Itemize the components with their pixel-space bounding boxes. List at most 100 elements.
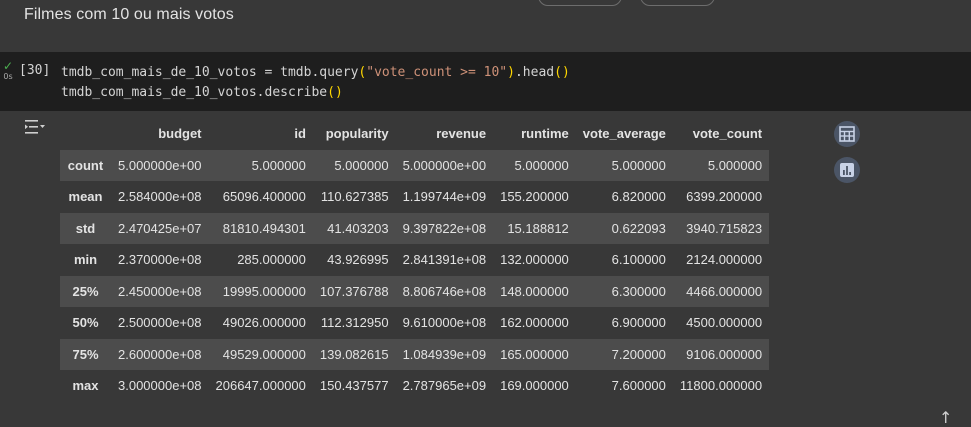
toolbar-chip-2[interactable] xyxy=(640,0,715,6)
code-token: tmdb_com_mais_de_10_votos = tmdb.query xyxy=(61,65,359,80)
output-toggle-icon[interactable] xyxy=(24,118,46,136)
table-cell: 6.100000 xyxy=(611,252,666,268)
table-cell: 5.000000 xyxy=(334,157,389,173)
table-cell: 5.000000 xyxy=(611,157,666,173)
check-icon: ✓ xyxy=(2,59,14,73)
table-cell: 139.082615 xyxy=(319,346,389,362)
code-token: .head xyxy=(514,65,555,80)
run-time: 0s xyxy=(3,72,13,81)
toolbar-chip-1[interactable] xyxy=(538,0,622,6)
code-line: tmdb_com_mais_de_10_votos.describe() xyxy=(61,85,343,100)
table-cell: 162.000000 xyxy=(500,315,569,331)
table-cell: 11800.000000 xyxy=(679,378,763,394)
table-icon xyxy=(839,126,855,142)
table-view-button[interactable] xyxy=(834,121,860,147)
code-paren: ) xyxy=(561,65,570,80)
table-cell: 2.841391e+08 xyxy=(402,252,487,268)
table-cell: 5.000000 xyxy=(251,157,306,173)
chart-suggest-button[interactable] xyxy=(834,157,860,183)
code-paren: ( xyxy=(554,65,562,80)
row-label: mean xyxy=(68,189,103,205)
table-cell: 7.600000 xyxy=(611,378,666,394)
code-paren: ) xyxy=(507,65,515,80)
code-string: "vote_count >= 10" xyxy=(366,65,508,80)
column-header: runtime xyxy=(521,126,569,142)
column-header: popularity xyxy=(325,126,389,142)
table-row: 25% 2.450000e+08 19995.000000 107.376788 8.8… xyxy=(60,275,770,307)
table-cell: 5.000000 xyxy=(514,157,569,173)
table-cell: 1.084939e+09 xyxy=(402,346,487,362)
column-header: vote_count xyxy=(692,126,763,142)
table-cell: 1.199744e+09 xyxy=(402,189,487,205)
table-cell: 2.787965e+09 xyxy=(402,378,487,394)
table-cell: 107.376788 xyxy=(319,283,389,299)
table-row: count 5.000000e+00 5.000000 5.000000 5.00000… xyxy=(60,149,770,181)
table-cell: 43.926995 xyxy=(327,252,389,268)
row-label: min xyxy=(73,252,98,268)
table-cell: 15.188812 xyxy=(507,220,569,236)
table-cell: 165.000000 xyxy=(500,346,569,362)
table-cell: 6399.200000 xyxy=(686,189,763,205)
code-paren: ( xyxy=(327,84,335,100)
code-editor[interactable]: tmdb_com_mais_de_10_votos = tmdb.query ( "… xyxy=(61,63,570,102)
table-cell: 148.000000 xyxy=(500,283,569,299)
markdown-title: Filmes com 10 ou mais votos xyxy=(24,6,234,23)
table-row: max 3.000000e+08 206647.000000 150.437577 2.… xyxy=(60,370,769,402)
code-line: tmdb_com_mais_de_10_votos = tmdb.query ( "… xyxy=(61,65,570,80)
table-cell: 5.000000e+00 xyxy=(118,157,202,173)
table-cell: 5.000000 xyxy=(707,157,763,173)
column-header: id xyxy=(294,126,306,142)
table-cell: 49529.000000 xyxy=(222,346,306,362)
table-cell: 5.000000e+00 xyxy=(402,157,487,173)
column-header: vote_average xyxy=(582,126,666,142)
table-cell: 6.300000 xyxy=(611,283,666,299)
row-label: 75% xyxy=(72,346,99,362)
row-label: 50% xyxy=(72,315,99,331)
table-cell: 132.000000 xyxy=(500,252,569,268)
table-cell: 9.397822e+08 xyxy=(402,220,487,236)
table-row: mean 2.584000e+08 65096.400000 110.627385 1.… xyxy=(60,181,769,213)
code-token: tmdb_com_mais_de_10_votos.describe xyxy=(61,84,328,100)
table-cell: 112.312950 xyxy=(320,315,389,331)
table-cell: 2124.000000 xyxy=(686,252,763,268)
table-cell: 81810.494301 xyxy=(222,220,306,236)
run-status[interactable]: ✓ 0s xyxy=(0,60,16,81)
table-cell: 2.370000e+08 xyxy=(118,252,202,268)
row-label: 25% xyxy=(72,283,99,299)
table-cell: 2.500000e+08 xyxy=(118,315,202,331)
column-header: revenue xyxy=(436,126,487,142)
table-cell: 9106.000000 xyxy=(686,346,763,362)
table-row: 75% 2.600000e+08 49529.000000 139.082615 1.0… xyxy=(60,338,770,370)
table-cell: 155.200000 xyxy=(500,189,569,205)
table-cell: 19995.000000 xyxy=(222,283,306,299)
describe-table: budget id popularity revenue runtime vote_ave… xyxy=(60,118,770,402)
table-cell: 2.600000e+08 xyxy=(118,346,202,362)
table-cell: 4466.000000 xyxy=(686,283,763,299)
arrow-up-icon[interactable]: ↑ xyxy=(939,408,952,427)
table-cell: 169.000000 xyxy=(500,378,569,394)
table-cell: 3.000000e+08 xyxy=(118,378,202,394)
table-row: min 2.370000e+08 285.000000 43.926995 2.8413… xyxy=(60,244,769,276)
row-label: count xyxy=(67,157,104,173)
table-cell: 65096.400000 xyxy=(222,189,306,205)
table-cell: 41.403203 xyxy=(327,220,389,236)
table-cell: 49026.000000 xyxy=(222,315,306,331)
row-label: std xyxy=(75,220,96,236)
table-cell: 6.900000 xyxy=(611,315,666,331)
table-cell: 0.622093 xyxy=(611,220,666,236)
table-cell: 150.437577 xyxy=(319,378,389,394)
table-cell: 110.627385 xyxy=(320,189,389,205)
table-cell: 285.000000 xyxy=(237,252,306,268)
table-cell: 2.470425e+07 xyxy=(118,220,202,236)
table-header-row: budget id popularity revenue runtime vote_ave… xyxy=(60,118,769,150)
table-cell: 6.820000 xyxy=(611,189,666,205)
row-label: max xyxy=(72,378,99,394)
table-cell: 9.610000e+08 xyxy=(402,315,487,331)
code-paren: ) xyxy=(334,84,343,100)
table-row: std 2.470425e+07 81810.494301 41.403203 9.39… xyxy=(60,212,770,244)
table-cell: 2.450000e+08 xyxy=(118,283,202,299)
table-cell: 7.200000 xyxy=(611,346,666,362)
table-row: 50% 2.500000e+08 49026.000000 112.312950 9.6… xyxy=(60,307,769,339)
execution-count: [30] xyxy=(19,63,51,78)
table-cell: 3940.715823 xyxy=(686,220,763,236)
